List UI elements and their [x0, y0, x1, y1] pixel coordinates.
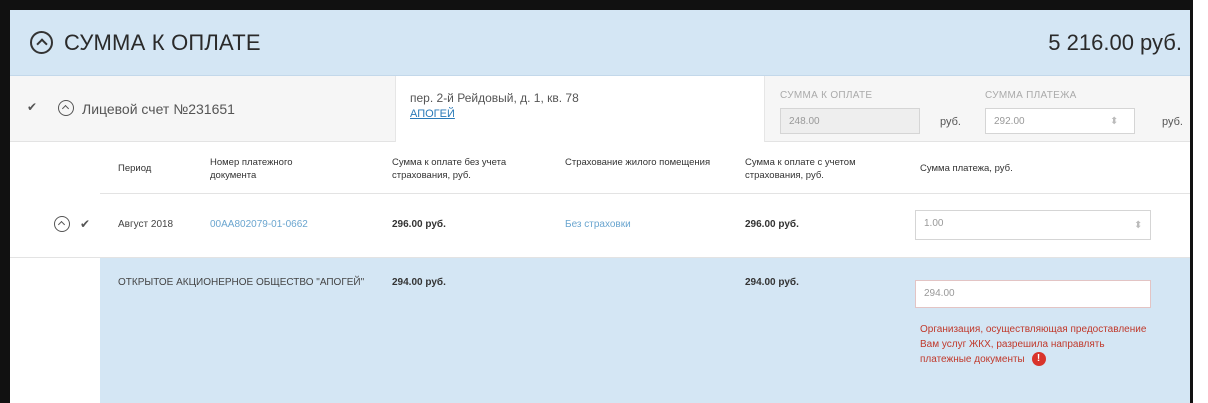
account-row: ✔ Лицевой счет №231651 пер. 2-й Рейдовый… [10, 76, 1190, 142]
total-amount: 5 216.00 руб. [1048, 30, 1182, 55]
col-sum-with-ins: Сумма к оплате с учетом страхования, руб… [745, 157, 856, 181]
collapse-period-icon[interactable] [54, 216, 70, 232]
organization-name: ОТКРЫТОЕ АКЦИОНЕРНОЕ ОБЩЕСТВО "АПОГЕЙ" [118, 277, 365, 288]
col-payment: Сумма платежа, руб. [920, 163, 1013, 174]
col-doc-number: Номер платежного документа [210, 157, 293, 181]
org-payment-placeholder: 294.00 [924, 288, 955, 299]
error-icon[interactable]: ! [1031, 352, 1046, 367]
period-payment-input[interactable]: 1.00 [915, 210, 1151, 240]
sum-caption: СУММА К ОПЛАТЕ [780, 90, 873, 101]
checkmark-icon[interactable]: ✔ [27, 100, 37, 114]
sum-with-ins-cell: 296.00 руб. [745, 219, 799, 230]
payment-caption: СУММА ПЛАТЕЖА [985, 90, 1077, 101]
col-insurance: Страхование жилого помещения [565, 157, 711, 168]
period-cell: Август 2018 [118, 219, 174, 230]
collapse-account-icon[interactable] [58, 100, 74, 116]
col-period: Период [118, 163, 152, 174]
table-row-organization: ОТКРЫТОЕ АКЦИОНЕРНОЕ ОБЩЕСТВО "АПОГЕЙ" 2… [100, 258, 1190, 403]
checkmark-icon[interactable]: ✔ [80, 217, 90, 231]
row-gutter [10, 142, 100, 403]
payment-panel: СУММА К ОПЛАТЕ 5 216.00 руб. ✔ Лицевой с… [0, 0, 1193, 403]
collapse-icon[interactable] [30, 31, 53, 54]
address-cell: пер. 2-й Рейдовый, д. 1, кв. 78 АПОГЕЙ [395, 76, 765, 142]
sum-unit: руб. [940, 116, 961, 128]
org-sum-without-ins: 294.00 руб. [392, 277, 446, 288]
sum-without-ins-cell: 296.00 руб. [392, 219, 446, 230]
table-header: Период Номер платежного документа Сумма … [100, 142, 1190, 194]
validation-error: Организация, осуществляющая предоставлен… [920, 322, 1150, 367]
col-sum-without-ins: Сумма к оплате без учета страхования, ру… [392, 157, 507, 181]
stepper-icon[interactable]: ⬍ [1110, 116, 1118, 127]
period-payment-value: 1.00 [924, 218, 944, 229]
org-payment-input[interactable]: 294.00 [915, 280, 1151, 308]
table-row: ✔ Август 2018 00AA802079-01-0662 296.00 … [10, 194, 1190, 258]
payment-amount-value: 292.00 [994, 116, 1025, 127]
insurance-link[interactable]: Без страховки [565, 219, 631, 230]
section-title: СУММА К ОПЛАТЕ [64, 30, 261, 55]
sum-due-field: 248.00 [780, 108, 920, 134]
sum-due-value: 248.00 [789, 116, 820, 127]
sum-header[interactable]: СУММА К ОПЛАТЕ 5 216.00 руб. [10, 10, 1190, 76]
provider-link[interactable]: АПОГЕЙ [410, 108, 455, 120]
stepper-icon[interactable]: ⬍ [1134, 220, 1142, 231]
org-sum-with-ins: 294.00 руб. [745, 277, 799, 288]
account-label: Лицевой счет №231651 [82, 101, 235, 117]
payment-unit: руб. [1162, 116, 1183, 128]
account-address: пер. 2-й Рейдовый, д. 1, кв. 78 [410, 91, 579, 105]
doc-number-link[interactable]: 00AA802079-01-0662 [210, 219, 308, 230]
